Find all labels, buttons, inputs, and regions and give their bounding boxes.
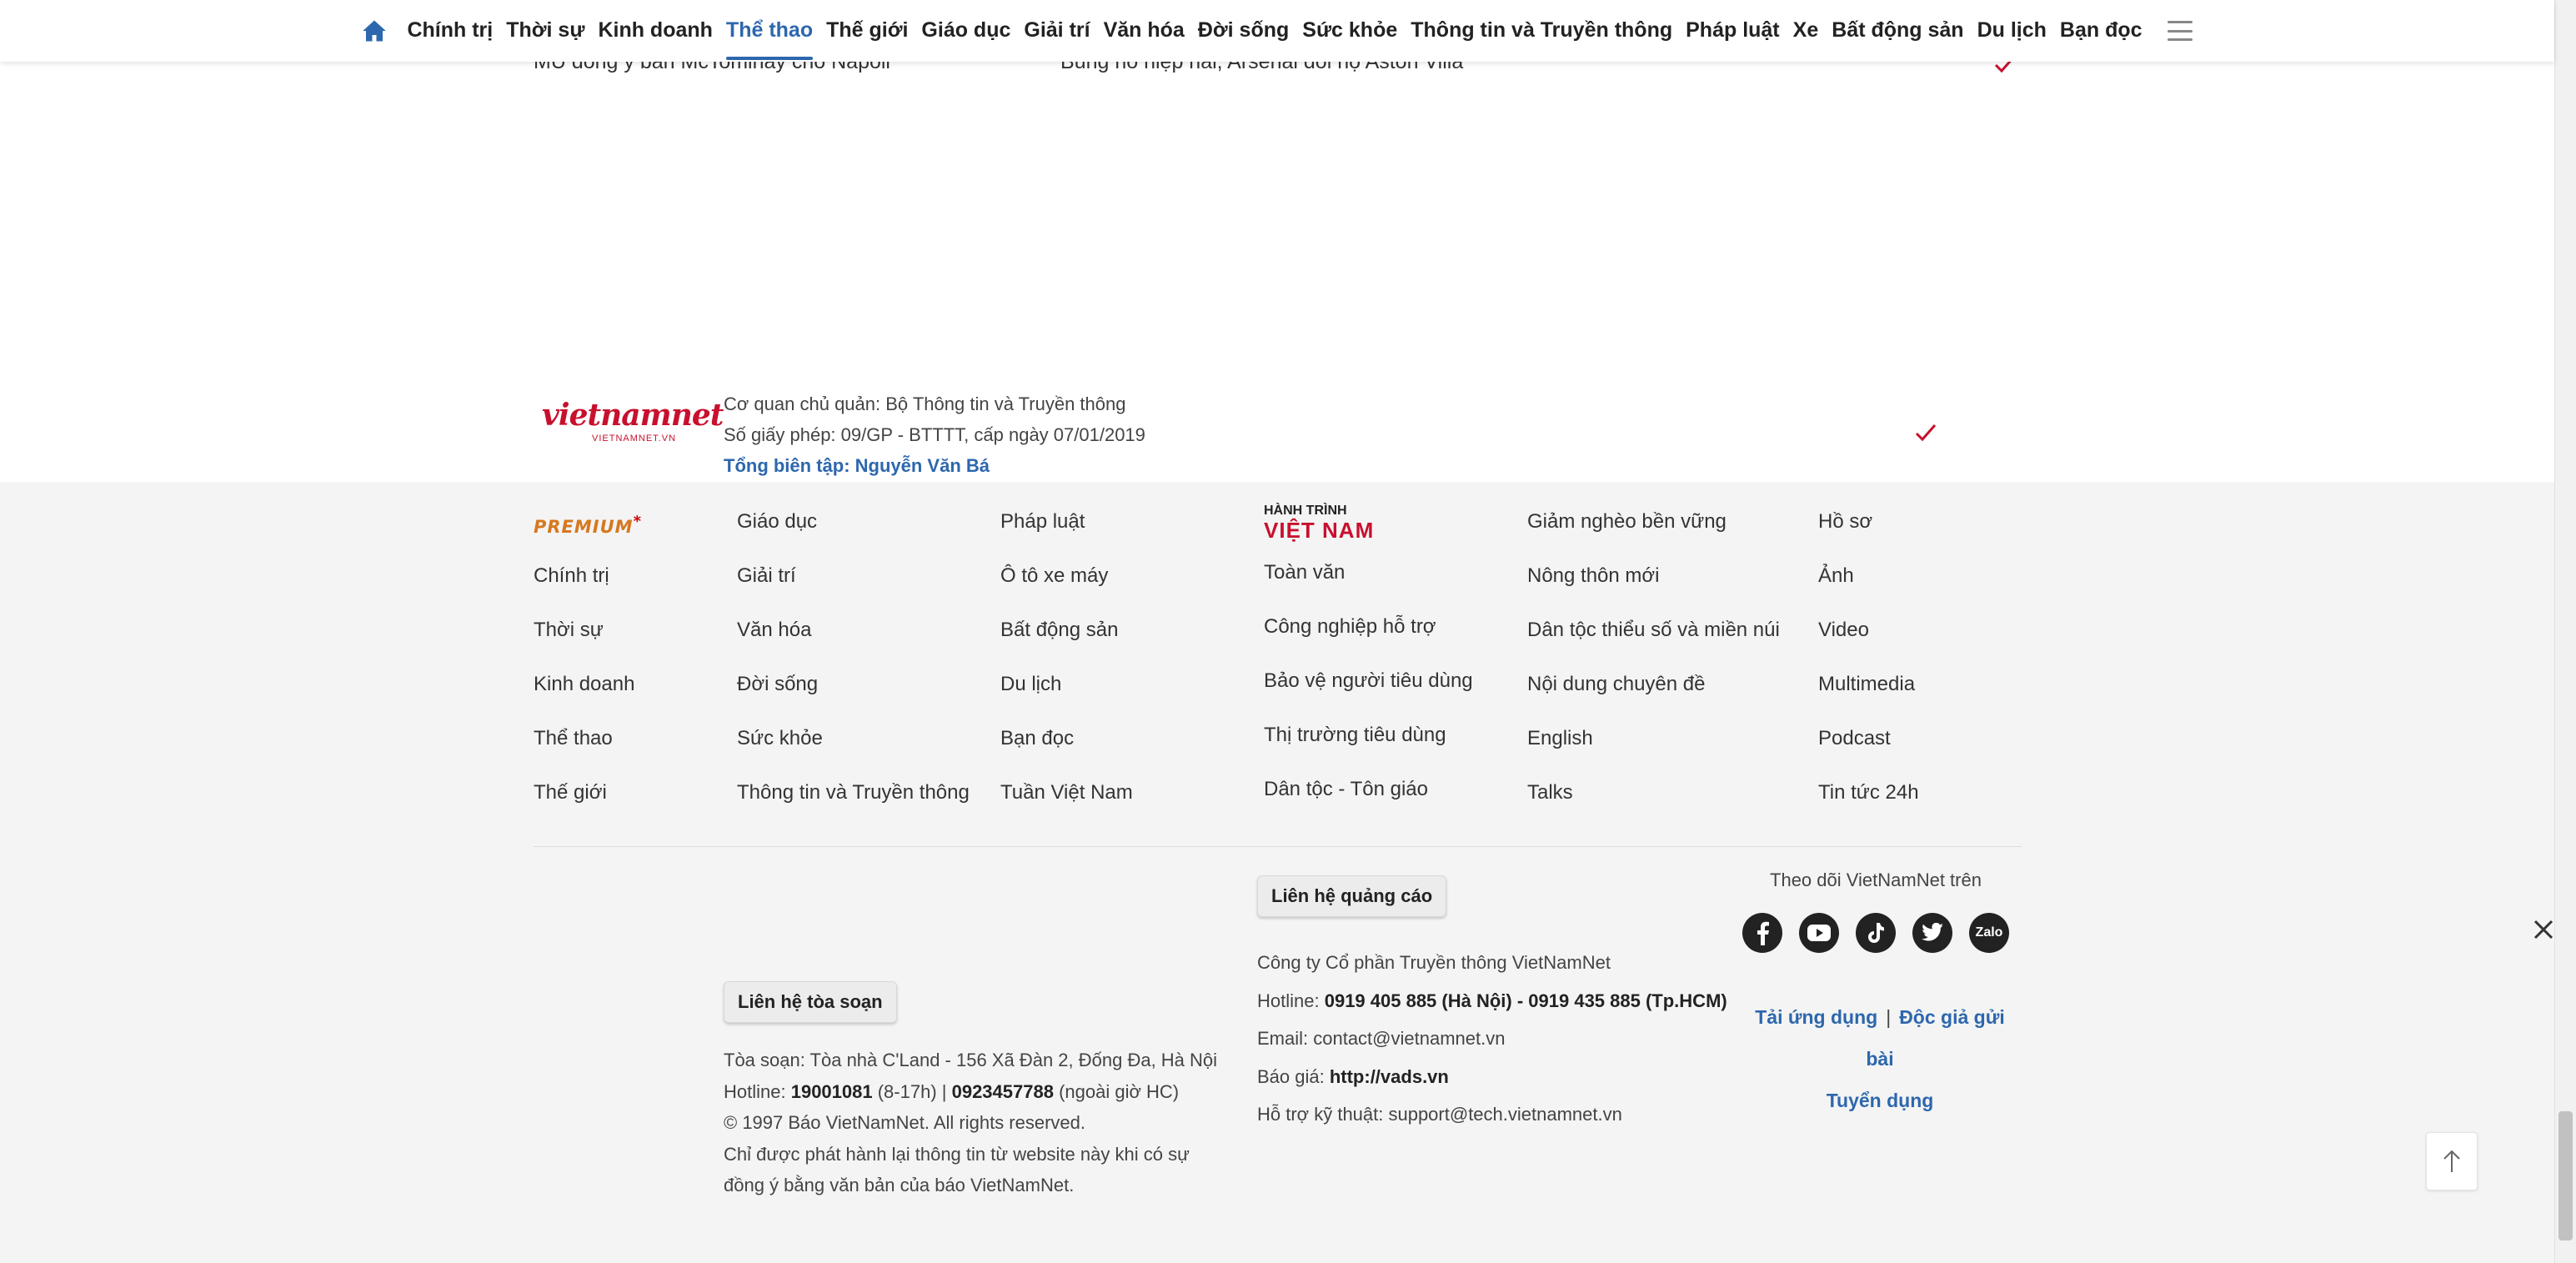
premium-logo[interactable]: PREMIUM*	[534, 507, 642, 561]
newsroom-hotline: Hotline: 19001081 (8-17h) | 0923457788 (…	[724, 1080, 1180, 1102]
footer-link[interactable]: Thông tin và Truyền thông	[737, 778, 970, 832]
nav-item[interactable]: Bạn đọc	[2053, 0, 2149, 62]
nav-item[interactable]: Sức khỏe	[1296, 0, 1404, 62]
nav-item[interactable]: Bất động sản	[1825, 0, 1970, 62]
footer-column-3: Pháp luật Ô tô xe máy Bất động sản Du lị…	[1000, 507, 1133, 832]
footer-link[interactable]: Ô tô xe máy	[1000, 561, 1133, 615]
home-icon[interactable]	[362, 18, 387, 43]
footer-column-2: Giáo dục Giải trí Văn hóa Đời sống Sức k…	[737, 507, 970, 832]
footer-link[interactable]: Toàn văn	[1264, 558, 1473, 612]
page-scrollbar[interactable]	[2554, 0, 2576, 1263]
close-icon[interactable]	[2531, 917, 2556, 942]
ads-hotline: Hotline: 0919 405 885 (Hà Nội) - 0919 43…	[1257, 990, 1727, 1011]
footer-link[interactable]: Công nghiệp hỗ trợ	[1264, 612, 1473, 666]
nav-item[interactable]: Giáo dục	[915, 0, 1017, 62]
footer-link[interactable]: Văn hóa	[737, 615, 970, 669]
footer-link[interactable]: Dân tộc thiểu số và miền núi	[1527, 615, 1780, 669]
footer-link[interactable]: Nội dung chuyên đề	[1527, 669, 1780, 724]
nav-item[interactable]: Văn hóa	[1097, 0, 1191, 62]
footer-link[interactable]: Bất động sản	[1000, 615, 1133, 669]
nav-item[interactable]: Thời sự	[499, 0, 591, 62]
twitter-icon[interactable]	[1912, 913, 1952, 953]
footer-link[interactable]: Thể thao	[534, 724, 642, 778]
footer-link[interactable]: Bảo vệ người tiêu dùng	[1264, 666, 1473, 720]
social-follow: Theo dõi VietNamNet trên Zalo	[1742, 870, 2009, 953]
youtube-icon[interactable]	[1799, 913, 1839, 953]
footer-link[interactable]: Dân tộc - Tôn giáo	[1264, 774, 1473, 829]
footer-link[interactable]: Podcast	[1818, 724, 1919, 778]
footer-column-1: PREMIUM* Chính trị Thời sự Kinh doanh Th…	[534, 507, 642, 832]
footer-link[interactable]: English	[1527, 724, 1780, 778]
copyright-text: © 1997 Báo VietNamNet. All rights reserv…	[724, 1112, 1086, 1133]
footer-link[interactable]: Tuần Việt Nam	[1000, 778, 1133, 832]
license-text: Số giấy phép: 09/GP - BTTTT, cấp ngày 07…	[724, 424, 1145, 445]
footer-link[interactable]: Giảm nghèo bền vững	[1527, 507, 1780, 561]
ads-email: Email: contact@vietnamnet.vn	[1257, 1028, 1506, 1049]
address-text: Tòa soạn: Tòa nhà C'Land - 156 Xã Đàn 2,…	[724, 1050, 1218, 1070]
footer-link[interactable]: Hồ sơ	[1818, 507, 1919, 561]
nav-item[interactable]: Thế giới	[819, 0, 915, 62]
agency-text: Cơ quan chủ quản: Bộ Thông tin và Truyền…	[724, 393, 1126, 414]
nav-item[interactable]: Đời sống	[1191, 0, 1296, 62]
contact-newsroom-button[interactable]: Liên hệ tòa soạn	[724, 981, 897, 1023]
footer-link[interactable]: Bạn đọc	[1000, 724, 1133, 778]
footer-link[interactable]: Du lịch	[1000, 669, 1133, 724]
check-icon	[1915, 424, 1937, 442]
hanh-trinh-viet-nam-logo[interactable]: HÀNH TRÌNH VIỆT NAM	[1264, 504, 1473, 558]
footer-link[interactable]: Multimedia	[1818, 669, 1919, 724]
top-navigation: Chính trị Thời sự Kinh doanh Thể thao Thế gi…	[0, 0, 2554, 62]
footer-divider	[534, 846, 2022, 847]
company-name: Công ty Cổ phần Truyền thông VietNamNet	[1257, 952, 1611, 973]
footer-link[interactable]: Chính trị	[534, 561, 642, 615]
footer-column-5: Giảm nghèo bền vững Nông thôn mới Dân tộ…	[1527, 507, 1780, 832]
hamburger-icon[interactable]	[2167, 21, 2193, 41]
footer-link[interactable]: Sức khỏe	[737, 724, 970, 778]
social-title: Theo dõi VietNamNet trên	[1770, 870, 1982, 890]
publisher-info: Cơ quan chủ quản: Bộ Thông tin và Truyền…	[724, 388, 1145, 481]
arrow-up-icon	[2443, 1150, 2460, 1172]
nav-item[interactable]: Kinh doanh	[591, 0, 719, 62]
nav-item[interactable]: Thể thao	[719, 0, 819, 62]
footer-link[interactable]: Ảnh	[1818, 561, 1919, 615]
nav-item[interactable]: Pháp luật	[1679, 0, 1787, 62]
app-links: Tải ứng dụng | Độc giả gửi bài Tuyển dụng	[1755, 1006, 2005, 1111]
tech-support: Hỗ trợ kỹ thuật: support@tech.vietnamnet…	[1257, 1104, 1622, 1125]
footer: PREMIUM* Chính trị Thời sự Kinh doanh Th…	[0, 482, 2554, 1263]
footer-link[interactable]: Giáo dục	[737, 507, 970, 561]
footer-link[interactable]: Đời sống	[737, 669, 970, 724]
footer-link[interactable]: Thời sự	[534, 615, 642, 669]
tiktok-icon[interactable]	[1856, 913, 1896, 953]
footer-link[interactable]: Giải trí	[737, 561, 970, 615]
nav-item[interactable]: Chính trị	[400, 0, 499, 62]
download-app-link[interactable]: Tải ứng dụng	[1755, 1006, 1877, 1028]
footer-link[interactable]: Talks	[1527, 778, 1780, 832]
footer-link[interactable]: Nông thôn mới	[1527, 561, 1780, 615]
contact-ads-button[interactable]: Liên hệ quảng cáo	[1257, 875, 1447, 917]
footer-link[interactable]: Kinh doanh	[534, 669, 642, 724]
back-to-top-button[interactable]	[2426, 1132, 2478, 1190]
reprint-notice: Chỉ được phát hành lại thông tin từ webs…	[724, 1143, 1190, 1196]
nav-item[interactable]: Du lịch	[1971, 0, 2053, 62]
newsroom-address-block: Tòa soạn: Tòa nhà C'Land - 156 Xã Đàn 2,…	[724, 1045, 1224, 1201]
zalo-icon[interactable]: Zalo	[1969, 913, 2009, 953]
footer-link[interactable]: Pháp luật	[1000, 507, 1133, 561]
nav-item[interactable]: Xe	[1787, 0, 1826, 62]
footer-link[interactable]: Tin tức 24h	[1818, 778, 1919, 832]
nav-item[interactable]: Giải trí	[1017, 0, 1096, 62]
ads-price: Báo giá: http://vads.vn	[1257, 1065, 1449, 1087]
footer-link[interactable]: Video	[1818, 615, 1919, 669]
scrollbar-thumb[interactable]	[2558, 1111, 2573, 1240]
footer-column-6: Hồ sơ Ảnh Video Multimedia Podcast Tin t…	[1818, 507, 1919, 832]
footer-link[interactable]: Thị trường tiêu dùng	[1264, 720, 1473, 774]
footer-link[interactable]: Thế giới	[534, 778, 642, 832]
nav-item[interactable]: Thông tin và Truyền thông	[1404, 0, 1679, 62]
vietnamnet-logo[interactable]: vietnamnet VIETNAMNET.VN	[542, 397, 724, 455]
recruitment-link[interactable]: Tuyển dụng	[1827, 1090, 1934, 1111]
facebook-icon[interactable]	[1742, 913, 1782, 953]
footer-column-4: HÀNH TRÌNH VIỆT NAM Toàn văn Công nghiệp…	[1264, 504, 1473, 829]
ads-company-info: Công ty Cổ phần Truyền thông VietNamNet …	[1257, 944, 1727, 1134]
price-link[interactable]: http://vads.vn	[1330, 1066, 1449, 1087]
editor-in-chief[interactable]: Tổng biên tập: Nguyễn Văn Bá	[724, 450, 1145, 481]
